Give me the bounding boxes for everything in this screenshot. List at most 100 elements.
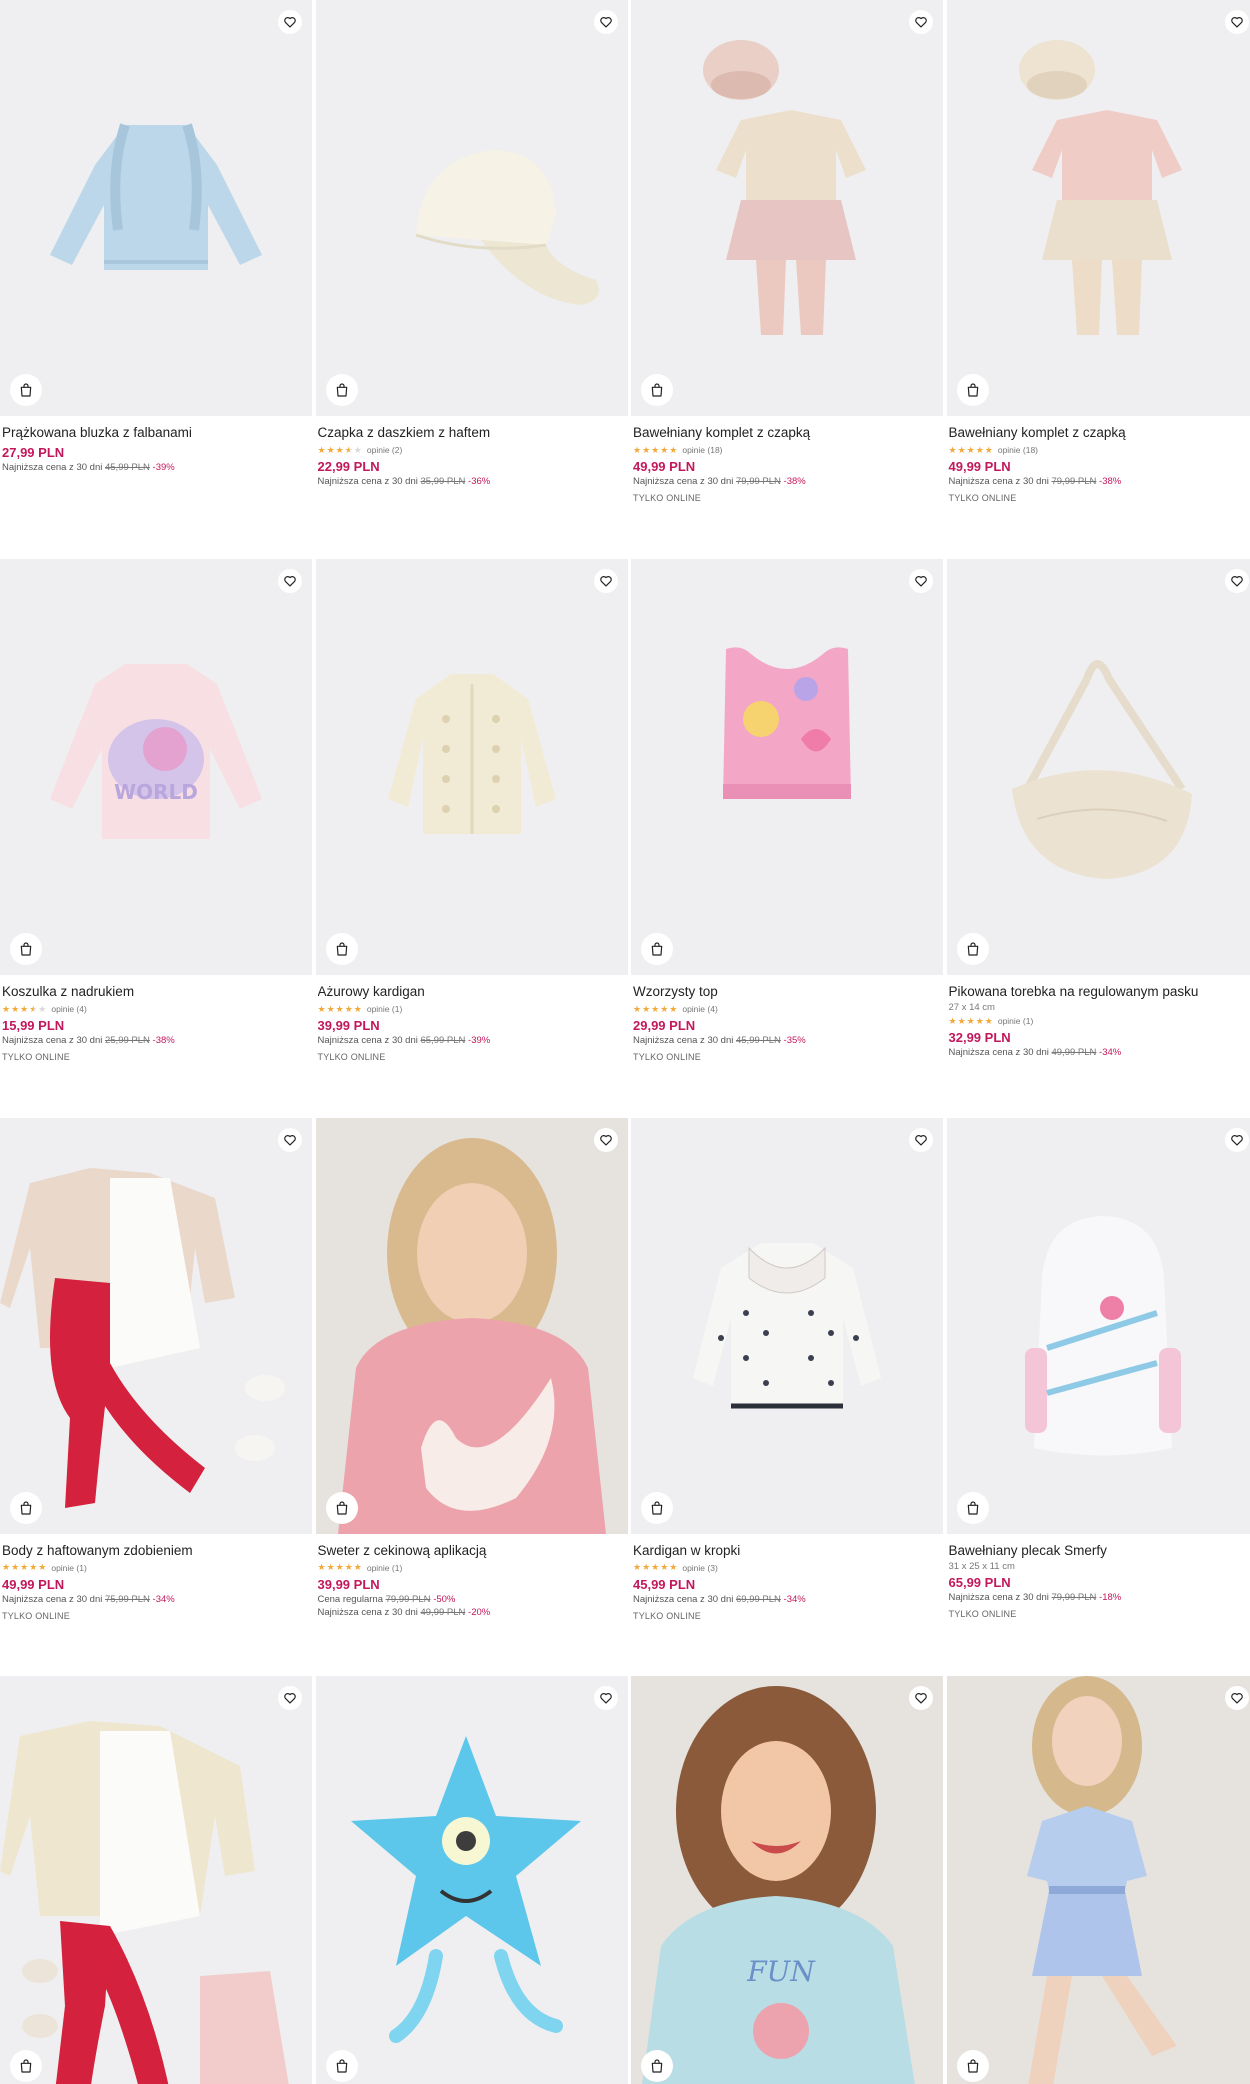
product-name[interactable]: Bawełniany plecak Smerfy [949, 1542, 1250, 1560]
reviews-count[interactable]: opinie (4) [682, 1004, 717, 1014]
lowest-price-label: Najniższa cena z 30 dni [633, 1593, 734, 1605]
product-image[interactable] [0, 1676, 312, 2084]
shopping-bag-icon[interactable] [641, 374, 673, 406]
product-rating: ★★★★★ opinie (1) [318, 1003, 626, 1015]
lowest-price: Najniższa cena z 30 dni 65,99 PLN -39% [318, 1035, 626, 1046]
shopping-bag-icon[interactable] [10, 1491, 42, 1524]
heart-outline-icon[interactable] [1224, 10, 1249, 34]
heart-outline-icon[interactable] [593, 569, 618, 593]
discount-badge: -38% [152, 1035, 175, 1046]
heart-outline-icon[interactable] [1224, 1686, 1249, 1710]
reviews-count[interactable]: opinie (3) [682, 1563, 717, 1573]
product-info: Prążkowana bluzka z falbanami 27,99 PLN Na… [2, 424, 310, 473]
product-name[interactable]: Bawełniany komplet z czapką [633, 424, 941, 442]
heart-outline-icon[interactable] [278, 1686, 302, 1710]
product-picture [415, 150, 599, 305]
heart-outline-icon[interactable] [1224, 1127, 1249, 1152]
product-price: 49,99 PLN [633, 459, 696, 474]
heart-outline-icon[interactable] [593, 1686, 618, 1710]
product-name[interactable]: Sweter z cekinową aplikacją [318, 1542, 626, 1560]
product-name[interactable]: Pikowana torebka na regulowanym pasku [949, 983, 1250, 1001]
product-name[interactable]: Wzorzysty top [633, 983, 941, 1001]
regular-price: Cena regularna 79,99 PLN -50% [318, 1594, 626, 1605]
reviews-count[interactable]: opinie (18) [682, 445, 722, 455]
shopping-bag-icon[interactable] [641, 933, 673, 965]
product-name[interactable]: Body z haftowanym zdobieniem [2, 1542, 310, 1560]
product-image[interactable] [315, 1117, 628, 1534]
heart-outline-icon[interactable] [909, 10, 933, 34]
heart-outline-icon[interactable] [278, 10, 302, 34]
discount-badge: -39% [468, 1035, 491, 1046]
product-image[interactable] [315, 1676, 628, 2084]
product-name[interactable]: Czapka z daszkiem z haftem [318, 424, 626, 442]
old-price: 49,99 PLN [1051, 1047, 1097, 1058]
reviews-count[interactable]: opinie (1) [367, 1563, 402, 1573]
product-image[interactable] [631, 0, 943, 416]
discount-badge: -36% [468, 476, 491, 487]
heart-outline-icon[interactable] [909, 569, 933, 593]
shopping-bag-icon[interactable] [10, 2050, 42, 2082]
product-image[interactable] [946, 0, 1250, 416]
heart-outline-icon[interactable] [278, 1127, 302, 1152]
shopping-bag-icon[interactable] [10, 374, 42, 406]
shopping-bag-icon[interactable] [641, 1491, 673, 1524]
product-image[interactable]: WORLD [0, 559, 312, 975]
product-name[interactable]: Ażurowy kardigan [318, 983, 626, 1001]
product-name[interactable]: Prążkowana bluzka z falbanami [2, 424, 310, 442]
product-image[interactable] [0, 0, 312, 416]
reviews-count[interactable]: opinie (2) [367, 445, 402, 455]
heart-outline-icon[interactable] [593, 10, 618, 34]
reviews-count[interactable]: opinie (1) [51, 1563, 86, 1573]
heart-outline-icon[interactable] [909, 1686, 933, 1710]
product-picture: WORLD [50, 664, 262, 839]
reviews-count[interactable]: opinie (4) [51, 1004, 86, 1014]
lowest-price-label: Najniższa cena z 30 dni [2, 1035, 103, 1046]
rating-stars: ★★★★★ [633, 1003, 679, 1014]
heart-outline-icon[interactable] [909, 1127, 933, 1152]
product-picture [1018, 40, 1182, 335]
shopping-bag-icon[interactable] [10, 933, 42, 965]
shopping-bag-icon[interactable] [325, 2050, 358, 2082]
reviews-count[interactable]: opinie (1) [998, 1016, 1033, 1026]
lowest-price-label: Najniższa cena z 30 dni [633, 1035, 734, 1046]
product-image[interactable] [315, 0, 628, 416]
heart-outline-icon[interactable] [593, 1127, 618, 1152]
product-picture [703, 40, 866, 335]
product-picture [350, 1736, 581, 2043]
reviews-count[interactable]: opinie (1) [367, 1004, 402, 1014]
product-image[interactable] [631, 1117, 943, 1534]
product-price: 45,99 PLN [633, 1576, 696, 1592]
old-price: 79,99 PLN [735, 476, 781, 487]
lowest-price-label: Najniższa cena z 30 dni [317, 476, 418, 487]
product-image[interactable] [946, 1117, 1250, 1534]
product-picture [1011, 660, 1192, 879]
shopping-bag-icon[interactable] [956, 1491, 989, 1524]
product-price: 15,99 PLN [2, 1018, 65, 1033]
old-price: 35,99 PLN [420, 476, 466, 487]
product-image[interactable] [631, 559, 943, 975]
shopping-bag-icon[interactable] [325, 1491, 358, 1524]
lowest-price: Najniższa cena z 30 dni 35,99 PLN -36% [318, 476, 626, 487]
product-image[interactable] [946, 1676, 1250, 2084]
shopping-bag-icon[interactable] [956, 374, 989, 406]
reviews-count[interactable]: opinie (18) [998, 445, 1038, 455]
product-name[interactable]: Koszulka z nadrukiem [2, 983, 310, 1001]
lowest-price: Najniższa cena z 30 dni 79,99 PLN -18% [949, 1592, 1250, 1603]
product-image[interactable] [315, 559, 628, 975]
product-info: Wzorzysty top ★★★★★ opinie (4) 29,99 PLN Naj… [633, 983, 941, 1062]
product-image[interactable]: FUN [631, 1676, 943, 2084]
shopping-bag-icon[interactable] [956, 2050, 989, 2082]
shopping-bag-icon[interactable] [325, 374, 358, 406]
discount-badge: -20% [468, 1606, 491, 1618]
product-name[interactable]: Kardigan w kropki [633, 1542, 941, 1560]
shopping-bag-icon[interactable] [641, 2050, 673, 2082]
product-image[interactable] [0, 1117, 312, 1534]
product-image[interactable] [946, 559, 1250, 975]
shopping-bag-icon[interactable] [325, 933, 358, 965]
product-rating: ★★★★★ opinie (18) [949, 444, 1250, 456]
online-only-badge: TYLKO ONLINE [317, 1052, 386, 1062]
heart-outline-icon[interactable] [1224, 569, 1249, 593]
heart-outline-icon[interactable] [278, 569, 302, 593]
shopping-bag-icon[interactable] [956, 933, 989, 965]
product-name[interactable]: Bawełniany komplet z czapką [949, 424, 1250, 442]
